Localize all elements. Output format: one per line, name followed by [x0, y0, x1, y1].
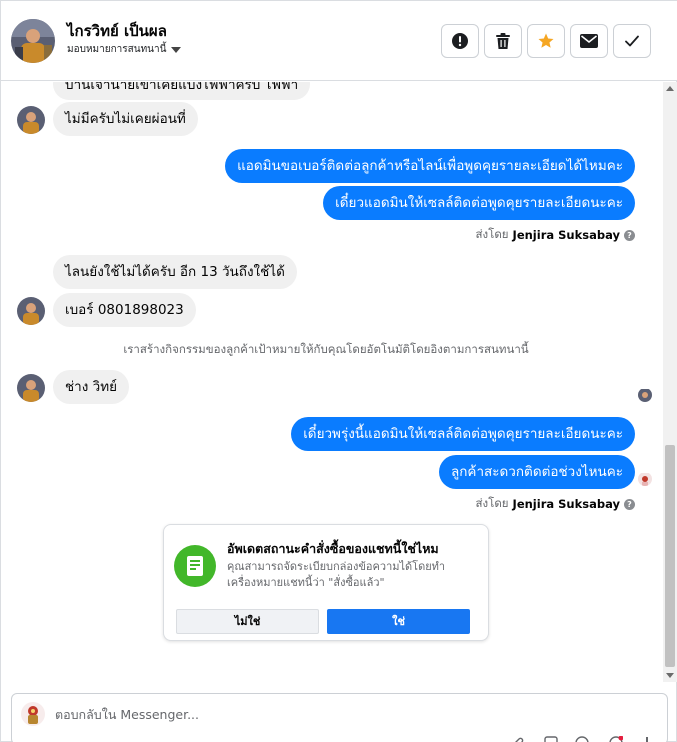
message-bubble-incoming[interactable]: บ้านเจ้านายเขาเคยแบ่งไฟฟ้าครับ ไฟฟ้า [53, 82, 311, 100]
order-document-icon [174, 545, 216, 587]
conversation-header: ไกรวิทย์ เป็นผล มอบหมายการสนทนานี้ [1, 1, 677, 81]
sent-by-label: ส่งโดย Jenjira Suksabay ? [476, 226, 635, 244]
saved-replies-icon[interactable] [609, 736, 623, 742]
yes-button[interactable]: ใช่ [327, 609, 470, 634]
thread-scrollbar[interactable] [663, 82, 677, 682]
sent-by-name: Jenjira Suksabay [512, 228, 620, 242]
reply-composer[interactable] [11, 693, 668, 742]
prompt-title: อัพเดตสถานะคำสั่งซื้อของแชทนี้ใช่ไหม [227, 541, 439, 556]
message-bubble-incoming[interactable]: ไลนยังใช้ไม่ได้ครับ อีก 13 วันถึงใช้ได้ [53, 255, 297, 289]
sent-by-label: ส่งโดย Jenjira Suksabay ? [476, 495, 635, 513]
help-icon[interactable]: ? [624, 229, 635, 241]
contact-avatar[interactable] [11, 19, 55, 63]
message-bubble-outgoing[interactable]: เดี๋ยวแอดมินให้เซลล์ติดต่อพูดคุยรายละเอี… [323, 186, 635, 220]
contact-avatar-small [17, 106, 45, 134]
order-status-prompt-card: อัพเดตสถานะคำสั่งซื้อของแชทนี้ใช่ไหม คุณ… [163, 524, 489, 641]
page-avatar [21, 702, 45, 726]
envelope-icon [580, 34, 598, 48]
sent-by-prefix: ส่งโดย [475, 496, 509, 510]
mark-unread-button[interactable] [570, 24, 608, 58]
read-receipt-avatar [638, 472, 652, 486]
help-icon[interactable]: ? [624, 498, 635, 510]
star-icon [538, 33, 554, 48]
contact-avatar-small [17, 374, 45, 402]
inbox-conversation-window: ไกรวิทย์ เป็นผล มอบหมายการสนทนานี้ บ้านเ… [0, 0, 677, 742]
delete-button[interactable] [484, 24, 522, 58]
done-button[interactable] [613, 24, 651, 58]
alert-circle-icon [452, 33, 468, 49]
message-bubble-incoming[interactable]: ช่าง วิทย์ [53, 370, 130, 404]
attachment-icon[interactable] [512, 736, 526, 742]
more-tools-icon[interactable] [640, 736, 654, 742]
message-bubble-outgoing[interactable]: เดี๋ยวพรุ่งนี้แอดมินให้เซลล์ติดต่อพูดคุย… [291, 417, 635, 451]
scroll-up-arrow-icon[interactable] [666, 86, 674, 91]
checkmark-icon [625, 35, 639, 47]
image-icon[interactable] [544, 736, 558, 742]
sent-by-name: Jenjira Suksabay [512, 497, 620, 511]
scroll-down-arrow-icon[interactable] [666, 673, 674, 678]
trash-icon [496, 33, 510, 49]
caret-down-icon [171, 46, 182, 53]
reply-input[interactable] [55, 703, 475, 725]
message-bubble-outgoing[interactable]: ลูกค้าสะดวกติดต่อช่วงไหนคะ [438, 455, 635, 489]
message-thread[interactable]: บ้านเจ้านายเขาเคยแบ่งไฟฟ้าครับ ไฟฟ้า ไม่… [1, 82, 663, 682]
message-bubble-outgoing[interactable]: แอดมินขอเบอร์ติดต่อลูกค้าหรือไลน์เพื่อพู… [225, 149, 635, 183]
read-receipt-avatar [638, 388, 652, 402]
contact-avatar-small [17, 297, 45, 325]
scrollbar-thumb[interactable] [665, 445, 675, 667]
assign-conversation-dropdown[interactable]: มอบหมายการสนทนานี้ [67, 42, 182, 57]
system-note: เราสร้างกิจกรรมของลูกค้าเป้าหมายให้กับคุ… [123, 342, 529, 356]
assign-label: มอบหมายการสนทนานี้ [67, 44, 167, 55]
contact-name[interactable]: ไกรวิทย์ เป็นผล [67, 19, 167, 43]
message-bubble-incoming[interactable]: ไม่มีครับไม่เคยผ่อนที่ [53, 102, 198, 136]
sent-by-prefix: ส่งโดย [475, 227, 509, 241]
emoji-icon[interactable] [575, 736, 589, 742]
spam-button[interactable] [441, 24, 479, 58]
star-button[interactable] [527, 24, 565, 58]
no-button[interactable]: ไม่ใช่ [176, 609, 319, 634]
prompt-description: คุณสามารถจัดระเบียบกล่องข้อความได้โดยทำเ… [227, 560, 446, 589]
message-bubble-incoming[interactable]: เบอร์ 0801898023 [53, 293, 196, 327]
